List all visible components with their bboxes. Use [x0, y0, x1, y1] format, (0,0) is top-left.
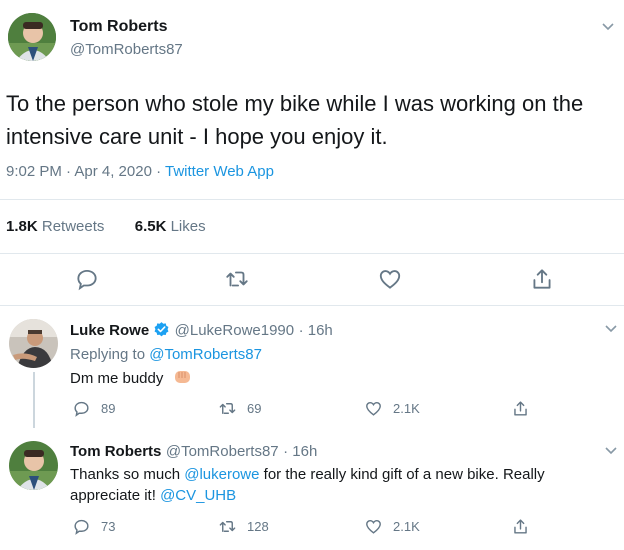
- retweet-button[interactable]: 128: [218, 517, 269, 536]
- retweets-stat[interactable]: 1.8K Retweets: [6, 218, 104, 235]
- reply-text: Dm me buddy: [70, 368, 191, 389]
- share-icon: [514, 519, 527, 534]
- author-name[interactable]: Tom Roberts: [70, 443, 161, 460]
- avatar[interactable]: [9, 319, 58, 368]
- retweet-icon[interactable]: [224, 266, 250, 292]
- reply-button[interactable]: 89: [72, 399, 115, 418]
- avatar[interactable]: [8, 13, 56, 61]
- divider: [0, 253, 624, 254]
- reply-timestamp[interactable]: · 16h: [283, 443, 317, 460]
- like-icon: [366, 402, 381, 416]
- reply-count: 89: [101, 401, 116, 416]
- tweet-meta: 9:02 PM · Apr 4, 2020 · Twitter Web App: [6, 163, 274, 180]
- reply-text: Thanks so much @lukerowe for the really …: [70, 466, 545, 504]
- reply-header: Luke Rowe @LukeRowe1990 · 16h: [70, 321, 333, 340]
- chevron-down-icon[interactable]: [603, 442, 619, 458]
- chevron-down-icon[interactable]: [603, 320, 619, 336]
- author-name[interactable]: Tom Roberts: [70, 18, 167, 36]
- avatar[interactable]: [9, 441, 58, 490]
- retweet-icon: [219, 403, 236, 414]
- thread-line: [33, 372, 35, 428]
- retweet-button[interactable]: 69: [218, 399, 261, 418]
- like-icon[interactable]: [377, 266, 403, 292]
- reply-header: Tom Roberts @TomRoberts87 · 16h: [70, 443, 317, 461]
- share-button[interactable]: [511, 517, 530, 536]
- reply-icon: [74, 401, 89, 417]
- mention-link[interactable]: @CV_UHB: [160, 487, 236, 504]
- tweet-source-link[interactable]: Twitter Web App: [165, 163, 274, 180]
- tweet-stats: 1.8K Retweets 6.5K Likes: [6, 218, 206, 235]
- like-button[interactable]: 2.1K: [364, 517, 420, 536]
- author-name[interactable]: Luke Rowe: [70, 322, 149, 339]
- reply-button[interactable]: 73: [72, 517, 115, 536]
- like-icon: [366, 520, 381, 534]
- verified-badge-icon: [153, 321, 170, 338]
- chevron-down-icon[interactable]: [600, 18, 616, 34]
- retweet-count: 128: [247, 519, 269, 534]
- retweet-icon: [219, 521, 236, 532]
- replying-to: Replying to @TomRoberts87: [70, 346, 262, 363]
- divider: [0, 305, 624, 306]
- share-button[interactable]: [511, 399, 530, 418]
- fist-emoji: [174, 369, 191, 385]
- like-count: 2.1K: [393, 519, 420, 534]
- share-icon: [514, 401, 527, 416]
- replying-to-link[interactable]: @TomRoberts87: [149, 346, 262, 363]
- share-icon[interactable]: [529, 266, 555, 292]
- like-button[interactable]: 2.1K: [364, 399, 420, 418]
- tweet-text: To the person who stole my bike while I …: [6, 91, 584, 149]
- author-handle[interactable]: @TomRoberts87: [70, 41, 183, 58]
- likes-stat[interactable]: 6.5K Likes: [135, 218, 206, 235]
- author-handle[interactable]: @TomRoberts87: [166, 443, 279, 460]
- like-count: 2.1K: [393, 401, 420, 416]
- reply-icon[interactable]: [74, 266, 100, 292]
- divider: [0, 199, 624, 200]
- tweet-timestamp[interactable]: 9:02 PM · Apr 4, 2020 ·: [6, 163, 165, 180]
- reply-timestamp[interactable]: · 16h: [299, 322, 333, 339]
- retweet-count: 69: [247, 401, 262, 416]
- reply-count: 73: [101, 519, 116, 534]
- mention-link[interactable]: @lukerowe: [184, 466, 259, 483]
- reply-icon: [74, 519, 89, 535]
- author-handle[interactable]: @LukeRowe1990: [175, 322, 294, 339]
